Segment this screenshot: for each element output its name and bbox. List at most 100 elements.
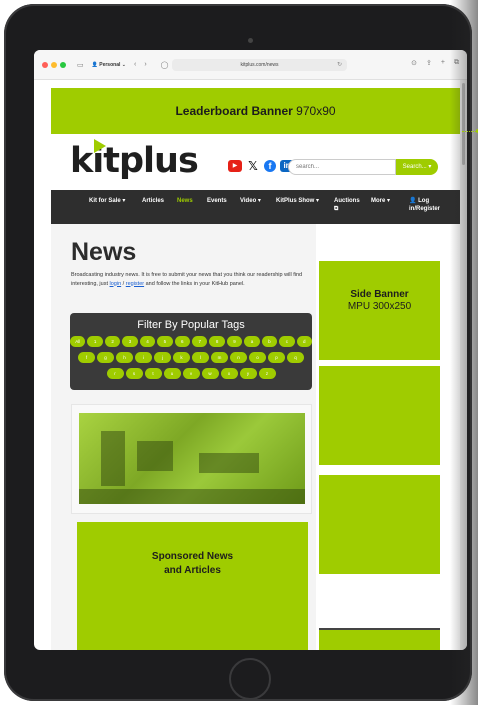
filter-title: Filter By Popular Tags bbox=[137, 319, 245, 331]
floor-shadow bbox=[79, 489, 305, 504]
tag-pill[interactable]: a bbox=[244, 336, 260, 347]
logo-triangle-icon bbox=[94, 139, 106, 153]
download-icon[interactable]: ⊙ bbox=[411, 59, 417, 67]
url-text: kitplus.com/news bbox=[240, 62, 279, 68]
tag-pill[interactable]: 7 bbox=[192, 336, 208, 347]
tag-pill[interactable]: u bbox=[163, 368, 181, 379]
nav-kitplus-show[interactable]: KitPlus Show ▾ bbox=[276, 197, 319, 205]
tag-pill[interactable]: f bbox=[78, 352, 95, 363]
intro-after: and follow the links in your KitHub pane… bbox=[144, 280, 245, 287]
sidebar-toggle-icon[interactable]: ▭ bbox=[77, 61, 84, 69]
x-icon[interactable]: 𝕏 bbox=[246, 160, 260, 172]
sponsored-news-banner[interactable]: Sponsored News and Articles bbox=[77, 522, 308, 650]
tag-pill[interactable]: h bbox=[116, 352, 133, 363]
register-link[interactable]: register bbox=[126, 281, 144, 287]
home-button[interactable] bbox=[229, 658, 271, 700]
back-icon[interactable]: ‹ bbox=[134, 61, 136, 68]
tag-pill[interactable]: r bbox=[106, 368, 124, 379]
tag-row-1: All 1 2 3 4 5 6 7 8 9 a b c d bbox=[70, 336, 312, 347]
search-input[interactable] bbox=[288, 159, 396, 175]
tag-pill[interactable]: 6 bbox=[174, 336, 190, 347]
leaderboard-size: 970x90 bbox=[296, 104, 336, 118]
tag-pill[interactable]: q bbox=[287, 352, 304, 363]
tag-pill[interactable]: k bbox=[173, 352, 190, 363]
tag-pill[interactable]: 4 bbox=[139, 336, 156, 347]
tag-pill[interactable]: v bbox=[182, 368, 200, 379]
search-button[interactable]: Search... ▾ bbox=[396, 159, 438, 175]
tag-pill[interactable]: m bbox=[211, 352, 228, 363]
tag-pill[interactable]: 8 bbox=[209, 336, 225, 347]
maximize-window-button[interactable] bbox=[60, 61, 66, 68]
tag-pill[interactable]: All bbox=[70, 336, 86, 347]
browser-toolbar: ▭ 👤 Personal ⌄ ‹ › ◯ kitplus.com/news ↻ … bbox=[34, 50, 467, 80]
tag-pill[interactable]: g bbox=[97, 352, 114, 363]
address-bar[interactable]: kitplus.com/news ↻ bbox=[172, 59, 347, 71]
tag-row-2: fghijklmnopq bbox=[70, 352, 312, 363]
social-links: ▶ 𝕏 f in bbox=[228, 160, 294, 172]
nav-video[interactable]: Video ▾ bbox=[240, 197, 261, 205]
news-card[interactable] bbox=[71, 404, 312, 514]
facebook-icon[interactable]: f bbox=[264, 160, 276, 172]
screen: ▭ 👤 Personal ⌄ ‹ › ◯ kitplus.com/news ↻ … bbox=[34, 50, 467, 650]
tag-pill[interactable]: d bbox=[296, 336, 312, 347]
tag-pill[interactable]: s bbox=[125, 368, 143, 379]
forward-icon[interactable]: › bbox=[144, 61, 146, 68]
side-banner-title: Side Banner bbox=[350, 289, 409, 300]
tablet-frame: ▭ 👤 Personal ⌄ ‹ › ◯ kitplus.com/news ↻ … bbox=[4, 4, 472, 701]
nav-news[interactable]: News bbox=[177, 197, 193, 205]
tag-pill[interactable]: 9 bbox=[226, 336, 243, 347]
camera-dot bbox=[248, 38, 253, 43]
camera-silhouette bbox=[101, 431, 125, 486]
tag-pill[interactable]: t bbox=[144, 368, 162, 379]
tag-pill[interactable]: y bbox=[239, 368, 257, 379]
desk-silhouette bbox=[199, 453, 259, 473]
tag-pill[interactable]: z bbox=[258, 368, 276, 379]
intro-text: Broadcasting industry news. It is free t… bbox=[71, 271, 319, 288]
nav-auctions[interactable]: Auctions ⧉ bbox=[334, 197, 360, 213]
side-banner-4[interactable] bbox=[319, 628, 440, 650]
tag-pill[interactable]: c bbox=[279, 336, 295, 347]
youtube-icon[interactable]: ▶ bbox=[228, 160, 242, 172]
profile-button[interactable]: 👤 Personal ⌄ bbox=[92, 62, 126, 68]
nav-more[interactable]: More ▾ bbox=[371, 197, 390, 205]
nav-articles[interactable]: Articles bbox=[142, 197, 164, 205]
tag-pill[interactable]: n bbox=[230, 352, 247, 363]
main-nav: Kit for Sale ▾ Articles News Events Vide… bbox=[51, 190, 460, 224]
tablet-edge-shadow bbox=[450, 0, 478, 705]
main-content: News Broadcasting industry news. It is f… bbox=[51, 224, 316, 650]
site-logo[interactable]: kitplus bbox=[70, 139, 199, 183]
tag-pill[interactable]: x bbox=[220, 368, 238, 379]
share-icon[interactable]: ⇪ bbox=[426, 59, 432, 67]
tag-pill[interactable]: i bbox=[135, 352, 152, 363]
close-window-button[interactable] bbox=[42, 61, 48, 68]
tag-pill[interactable]: p bbox=[268, 352, 285, 363]
tag-pill[interactable]: 1 bbox=[87, 336, 103, 347]
nav-kit-for-sale[interactable]: Kit for Sale ▾ bbox=[89, 197, 125, 205]
leaderboard-title: Leaderboard Banner bbox=[175, 104, 293, 118]
new-tab-icon[interactable]: + bbox=[441, 59, 445, 67]
shield-icon: ◯ bbox=[160, 61, 169, 69]
minimize-window-button[interactable] bbox=[51, 61, 57, 68]
tag-pill[interactable]: 3 bbox=[122, 336, 138, 347]
tag-pill[interactable]: b bbox=[261, 336, 278, 347]
nav-login[interactable]: 👤 Log in/Register bbox=[409, 197, 449, 213]
side-banner[interactable]: Side Banner MPU 300x250 bbox=[319, 261, 440, 360]
tag-pill[interactable]: 2 bbox=[104, 336, 121, 347]
nav-events[interactable]: Events bbox=[207, 197, 227, 205]
tag-pill[interactable]: w bbox=[201, 368, 219, 379]
tag-pill[interactable]: j bbox=[154, 352, 171, 363]
tag-pill[interactable]: l bbox=[192, 352, 209, 363]
side-banner-3[interactable] bbox=[319, 475, 440, 574]
logo-text: kitplus bbox=[70, 141, 199, 181]
tag-pill[interactable]: 5 bbox=[157, 336, 173, 347]
login-link[interactable]: login bbox=[110, 281, 122, 287]
equipment-silhouette bbox=[137, 441, 173, 471]
tag-pill[interactable]: o bbox=[249, 352, 266, 363]
reload-icon[interactable]: ↻ bbox=[337, 59, 342, 71]
search-bar: Search... ▾ bbox=[288, 159, 438, 175]
tag-row-3: rstuvwxyz bbox=[70, 368, 312, 379]
side-banner-2[interactable] bbox=[319, 366, 440, 465]
news-image[interactable] bbox=[79, 413, 305, 504]
external-link-icon: ⧉ bbox=[334, 206, 339, 212]
leaderboard-banner[interactable]: Leaderboard Banner 970x90 bbox=[51, 88, 460, 134]
